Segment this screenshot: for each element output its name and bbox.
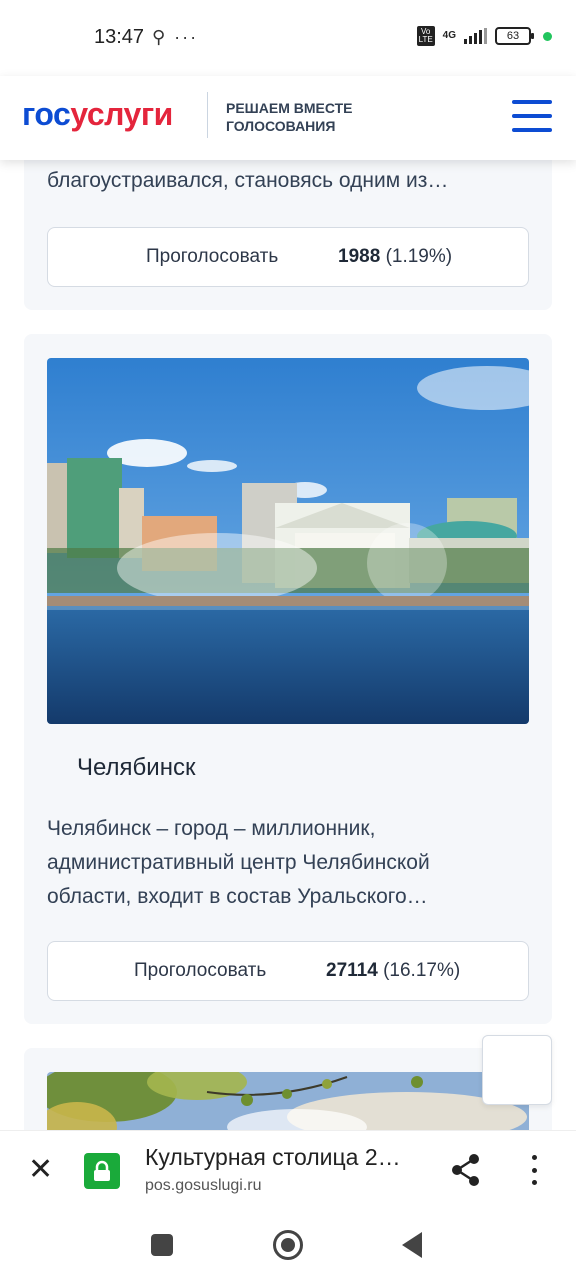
vote-card (24, 1048, 552, 1130)
volte-icon: Vo LTE (416, 26, 435, 46)
page-url[interactable]: pos.gosuslugi.ru (145, 1177, 262, 1195)
floating-button[interactable] (482, 1035, 552, 1105)
site-header: госуслуги РЕШАЕМ ВМЕСТЕ ГОЛОСОВАНИЯ (0, 76, 576, 160)
signal-icon (464, 28, 487, 44)
vote-row[interactable]: Проголосовать 1988 (1.19%) (47, 227, 529, 287)
vote-count: 1988 (1.19%) (338, 246, 452, 268)
vote-card-chelyabinsk: Челябинск Челябинск – город – миллионник… (24, 334, 552, 1024)
back-button[interactable] (402, 1232, 422, 1258)
privacy-dot-icon (543, 31, 552, 41)
status-bar: 13:47 ⚲ ··· Vo LTE 4G 63 (0, 0, 576, 76)
menu-icon[interactable] (512, 100, 552, 132)
recents-button[interactable] (151, 1234, 173, 1256)
browser-bar: ✕ Культурная столица 2… pos.gosuslugi.ru (0, 1130, 576, 1210)
vote-row[interactable]: Проголосовать 27114 (16.17%) (47, 941, 529, 1001)
header-divider (207, 92, 208, 138)
card-description: благоустраивался, становясь одним из… (47, 169, 449, 192)
vote-button[interactable]: Проголосовать (146, 246, 278, 268)
notification-icons: ⚲ ··· (152, 27, 199, 47)
vote-percent: (1.19%) (385, 246, 453, 267)
vote-card: благоустраивался, становясь одним из… Пр… (24, 160, 552, 310)
logo-part-1: гос (22, 96, 71, 132)
vote-number: 1988 (338, 246, 381, 267)
header-subtitle: РЕШАЕМ ВМЕСТЕ ГОЛОСОВАНИЯ (226, 99, 353, 135)
more-vert-icon[interactable] (530, 1155, 538, 1185)
next-photo (47, 1072, 529, 1130)
lock-icon[interactable] (84, 1153, 120, 1189)
logo-part-2: услуги (70, 96, 173, 132)
status-right: Vo LTE 4G 63 (416, 26, 552, 46)
page-content: благоустраивался, становясь одним из… Пр… (0, 160, 576, 1130)
card-title: Челябинск (77, 754, 196, 781)
header-subtitle-line1: РЕШАЕМ ВМЕСТЕ (226, 100, 353, 116)
battery-icon: 63 (495, 27, 534, 45)
city-photo (47, 358, 529, 724)
system-nav-bar (0, 1210, 576, 1280)
vote-number: 27114 (326, 960, 378, 981)
gosuslugi-logo[interactable]: госуслуги (22, 96, 173, 133)
vote-button[interactable]: Проголосовать (134, 960, 266, 982)
header-subtitle-line2: ГОЛОСОВАНИЯ (226, 118, 336, 134)
home-button[interactable] (273, 1230, 303, 1260)
page-title[interactable]: Культурная столица 2… (145, 1144, 401, 1171)
close-icon[interactable]: ✕ (28, 1155, 53, 1185)
share-icon[interactable] (450, 1153, 482, 1192)
status-time: 13:47 (94, 26, 145, 48)
card-description: Челябинск – город – миллионник, админист… (47, 817, 430, 908)
network-type: 4G (442, 30, 456, 41)
vote-percent: (16.17%) (383, 960, 461, 981)
vote-count: 27114 (16.17%) (326, 960, 460, 982)
